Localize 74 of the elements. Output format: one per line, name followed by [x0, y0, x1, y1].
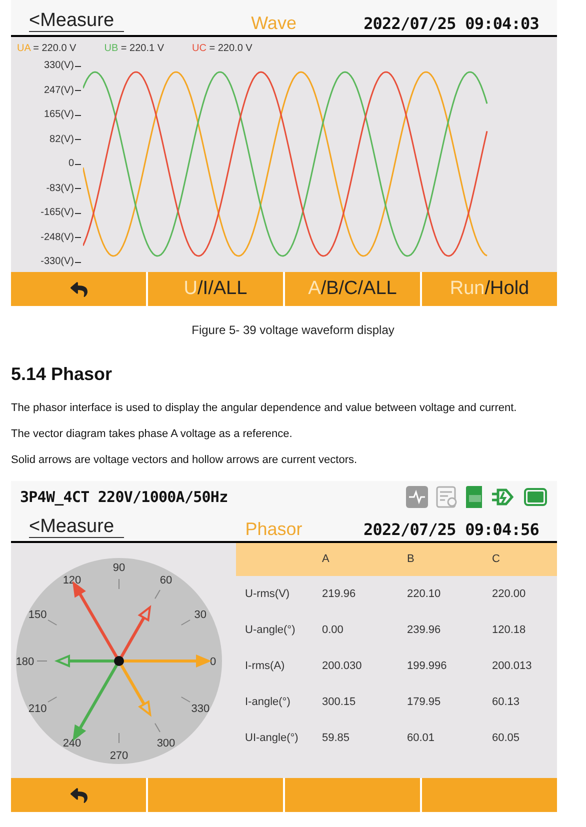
axis-label: 330(V): [44, 61, 74, 71]
screen-title: Wave: [251, 14, 296, 32]
table-cell-text: 59.85: [322, 730, 351, 746]
legend-item: UC = 220.0 V: [192, 42, 252, 55]
paragraph: The vector diagram takes phase A voltage as a reference.: [11, 427, 294, 441]
table-cell-text: 60.05: [492, 730, 521, 746]
dial-label: 150: [28, 609, 47, 621]
dial-label: 210: [28, 703, 47, 715]
table-cell-text: 239.96: [407, 622, 442, 638]
back-icon: [68, 280, 88, 298]
plug-icon: [492, 486, 516, 507]
screen-title: Phasor: [245, 520, 302, 538]
back-icon: [68, 786, 88, 804]
legend-item: UA = 220.0 V: [17, 42, 76, 55]
table-cell-text: 200.013: [492, 658, 533, 674]
legend-item: UB = 220.1 V: [104, 42, 164, 55]
mode-button[interactable]: A/B/C/ALL: [285, 272, 420, 306]
dial-label: 180: [16, 656, 34, 668]
column-header: B: [407, 552, 416, 568]
back-button[interactable]: [11, 778, 146, 812]
axis-label: -248(V): [40, 232, 74, 242]
table-cell-text: 179.95: [407, 694, 442, 710]
axis-label: 165(V): [44, 110, 74, 120]
waveform-icon: [406, 486, 428, 508]
table-cell-text: 120.18: [492, 622, 527, 638]
back-link[interactable]: <Measure: [29, 11, 124, 32]
table-cell-text: 0.00: [322, 622, 344, 638]
row-label: UI-angle(°): [244, 730, 300, 746]
axis-label: -165(V): [40, 208, 74, 218]
datetime: 2022/07/25 09:04:03: [364, 16, 539, 32]
row-label: U-rms(V): [244, 586, 291, 602]
axis-label: 0: [68, 159, 74, 169]
datetime: 2022/07/25 09:04:56: [364, 522, 539, 538]
dial-label: 0: [210, 656, 216, 668]
back-link[interactable]: <Measure: [29, 517, 124, 538]
paragraph: Solid arrows are voltage vectors and hollow arrows are current vectors.: [11, 453, 358, 467]
document-icon: [436, 486, 458, 508]
dial-label: 60: [160, 574, 172, 587]
axis-label: -330(V): [40, 257, 74, 267]
table-cell-text: 300.15: [322, 694, 357, 710]
table-cell-text: 60.13: [492, 694, 521, 710]
figure-caption: Figure 5- 39 voltage waveform display: [190, 322, 396, 337]
table-cell-text: 219.96: [322, 586, 357, 602]
axis-label: -83(V): [46, 184, 74, 194]
dial-label: 90: [112, 562, 126, 574]
softkey-button[interactable]: [422, 778, 557, 812]
dial-label: 30: [194, 609, 207, 621]
row-label: I-rms(A): [244, 658, 286, 674]
mode-button[interactable]: U/I/ALL: [148, 272, 283, 306]
column-header: A: [322, 552, 330, 568]
dial-label: 330: [191, 703, 210, 715]
battery-icon: [524, 488, 548, 506]
table-cell-text: 199.996: [407, 658, 448, 674]
section-heading: 5.14 Phasor: [11, 363, 114, 385]
row-label: I-angle(°): [244, 694, 292, 710]
memory-card-icon: [466, 486, 484, 508]
table-cell-text: 200.030: [322, 658, 363, 674]
dial-label: 240: [62, 737, 82, 750]
axis-label: 82(V): [50, 134, 74, 144]
softkey-button[interactable]: [285, 778, 420, 812]
paragraph: The phasor interface is used to display the angular dependence and value between voltage and current.: [11, 401, 518, 415]
axis-label: 247(V): [44, 86, 74, 96]
back-button[interactable]: [11, 272, 146, 306]
table-cell-text: 220.10: [407, 586, 442, 602]
wiring-info: 3P4W_4CT 220V/1000A/50Hz: [20, 486, 228, 508]
dial-label: 270: [110, 750, 128, 762]
center-dot: [114, 656, 124, 666]
dial-label: 120: [62, 574, 82, 587]
table-cell-text: 220.00: [492, 586, 527, 602]
table-cell-text: 60.01: [407, 730, 436, 746]
dial-label: 300: [156, 737, 176, 750]
row-label: U-angle(°): [244, 622, 296, 638]
mode-button[interactable]: Run/Hold: [422, 272, 557, 306]
column-header: C: [492, 552, 501, 568]
